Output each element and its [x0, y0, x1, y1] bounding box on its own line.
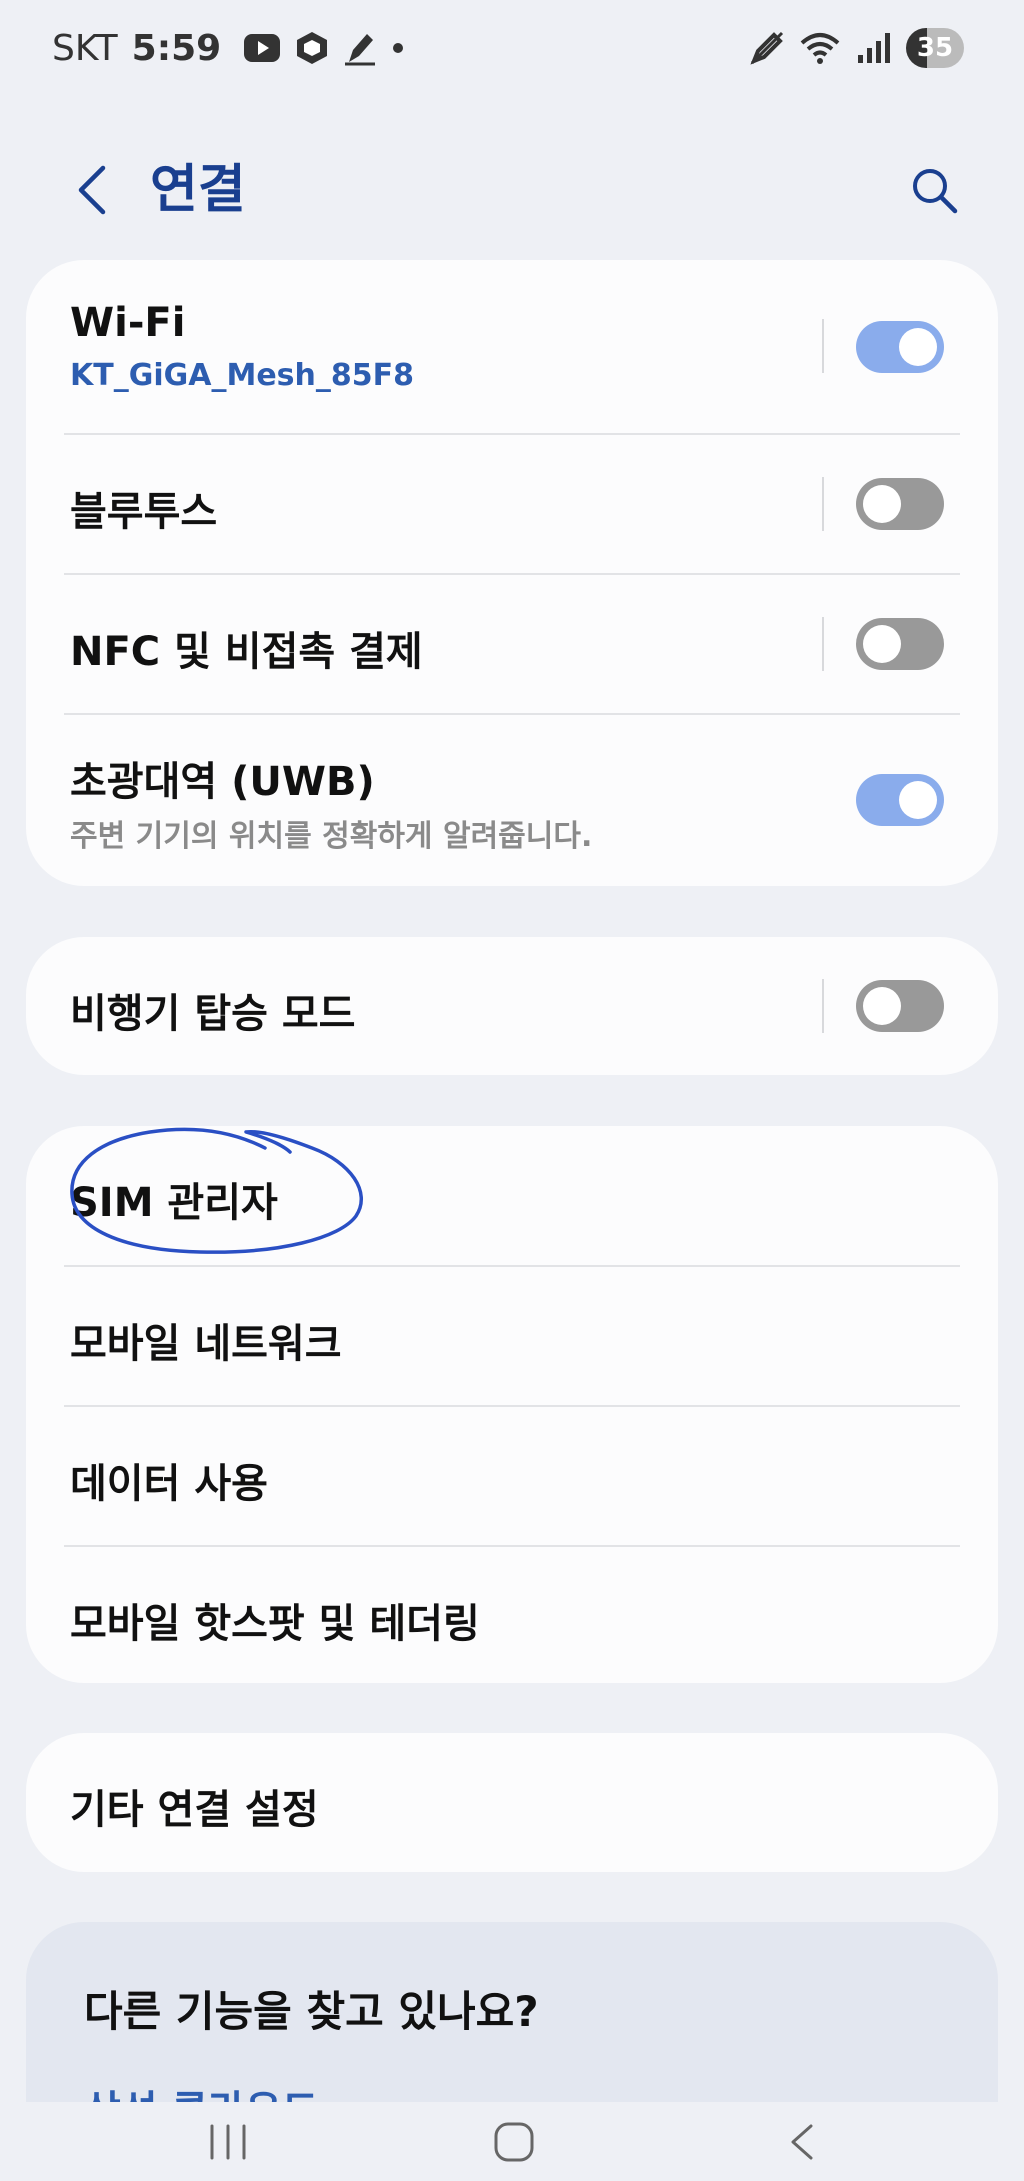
- bluetooth-title: 블루투스: [70, 489, 218, 535]
- wifi-title: Wi-Fi: [70, 300, 186, 346]
- uwb-row[interactable]: 초광대역 (UWB) 주변 기기의 위치를 정확하게 알려줍니다.: [26, 715, 998, 886]
- airplane-toggle[interactable]: [856, 980, 944, 1032]
- toggle-knob: [899, 781, 937, 819]
- help-title: 다른 기능을 찾고 있나요?: [84, 1987, 539, 2036]
- sim-manager-row[interactable]: SIM 관리자: [26, 1126, 998, 1265]
- vertical-divider: [822, 617, 824, 671]
- nfc-toggle[interactable]: [856, 618, 944, 670]
- airplane-card: 비행기 탑승 모드: [26, 937, 998, 1075]
- search-icon: [913, 169, 958, 214]
- more-settings-card: 기타 연결 설정: [26, 1733, 998, 1872]
- vertical-divider: [822, 477, 824, 531]
- samsung-cloud-link[interactable]: 삼성 클라우드: [84, 2078, 319, 2102]
- wifi-network-name: KT_GiGA_Mesh_85F8: [70, 358, 414, 393]
- cube-app-icon: [295, 30, 329, 66]
- signal-icon: [856, 31, 890, 65]
- header: 연결: [0, 140, 1024, 240]
- navigation-bar: [0, 2102, 1024, 2181]
- hotspot-row[interactable]: 모바일 핫스팟 및 테더링: [26, 1547, 998, 1683]
- nfc-title: NFC 및 비접촉 결제: [70, 629, 423, 675]
- uwb-title: 초광대역 (UWB): [70, 759, 375, 805]
- back-button[interactable]: [62, 152, 122, 228]
- nfc-row[interactable]: NFC 및 비접촉 결제: [26, 575, 998, 713]
- mobile-network-row[interactable]: 모바일 네트워크: [26, 1267, 998, 1405]
- toggle-knob: [863, 625, 901, 663]
- toggle-knob: [863, 485, 901, 523]
- carrier-label: SKT: [52, 27, 118, 69]
- status-bar: SKT 5:59 35: [0, 0, 1024, 96]
- recent-apps-icon: [210, 2124, 246, 2159]
- status-bar-left: SKT 5:59: [52, 24, 405, 72]
- airplane-title: 비행기 탑승 모드: [70, 991, 356, 1037]
- search-button[interactable]: [896, 152, 972, 228]
- bluetooth-row[interactable]: 블루투스: [26, 435, 998, 573]
- more-settings-title: 기타 연결 설정: [70, 1787, 319, 1833]
- battery-icon: 35: [906, 28, 964, 68]
- sim-manager-title: SIM 관리자: [70, 1180, 278, 1226]
- clock: 5:59: [131, 27, 222, 69]
- looking-for-something-card: 다른 기능을 찾고 있나요? 삼성 클라우드: [26, 1922, 998, 2102]
- hotspot-title: 모바일 핫스팟 및 테더링: [70, 1601, 480, 1647]
- pen-app-icon: [343, 30, 377, 66]
- uwb-toggle[interactable]: [856, 774, 944, 826]
- data-usage-row[interactable]: 데이터 사용: [26, 1407, 998, 1545]
- status-bar-right: 35: [750, 24, 964, 72]
- uwb-description: 주변 기기의 위치를 정확하게 알려줍니다.: [70, 819, 593, 854]
- vertical-divider: [822, 979, 824, 1033]
- more-settings-row[interactable]: 기타 연결 설정: [26, 1733, 998, 1872]
- youtube-icon: [243, 32, 281, 64]
- stylus-icon: [750, 31, 784, 65]
- toggle-knob: [863, 987, 901, 1025]
- vertical-divider: [822, 319, 824, 373]
- wireless-card: Wi-Fi KT_GiGA_Mesh_85F8 블루투스 NFC 및 비접촉 결…: [26, 260, 998, 886]
- wifi-row[interactable]: Wi-Fi KT_GiGA_Mesh_85F8: [26, 260, 998, 434]
- mobile-network-title: 모바일 네트워크: [70, 1321, 342, 1367]
- nav-back-button[interactable]: [742, 2102, 862, 2181]
- wifi-toggle[interactable]: [856, 321, 944, 373]
- home-icon: [494, 2122, 534, 2161]
- recent-apps-button[interactable]: [168, 2102, 288, 2181]
- page-title: 연결: [150, 160, 246, 220]
- bluetooth-toggle[interactable]: [856, 478, 944, 530]
- airplane-row[interactable]: 비행기 탑승 모드: [26, 937, 998, 1075]
- notification-dot-icon: [391, 41, 405, 55]
- data-usage-title: 데이터 사용: [70, 1461, 268, 1507]
- chevron-left-icon: [78, 165, 106, 215]
- settings-connections-screen: SKT 5:59 35 연결 Wi-Fi KT_GiGA_Mesh_85F8 블…: [0, 0, 1024, 2181]
- home-button[interactable]: [454, 2102, 574, 2181]
- mobile-card: SIM 관리자 모바일 네트워크 데이터 사용 모바일 핫스팟 및 테더링: [26, 1126, 998, 1683]
- toggle-knob: [899, 328, 937, 366]
- back-icon: [791, 2124, 813, 2159]
- wifi-icon: [800, 31, 840, 65]
